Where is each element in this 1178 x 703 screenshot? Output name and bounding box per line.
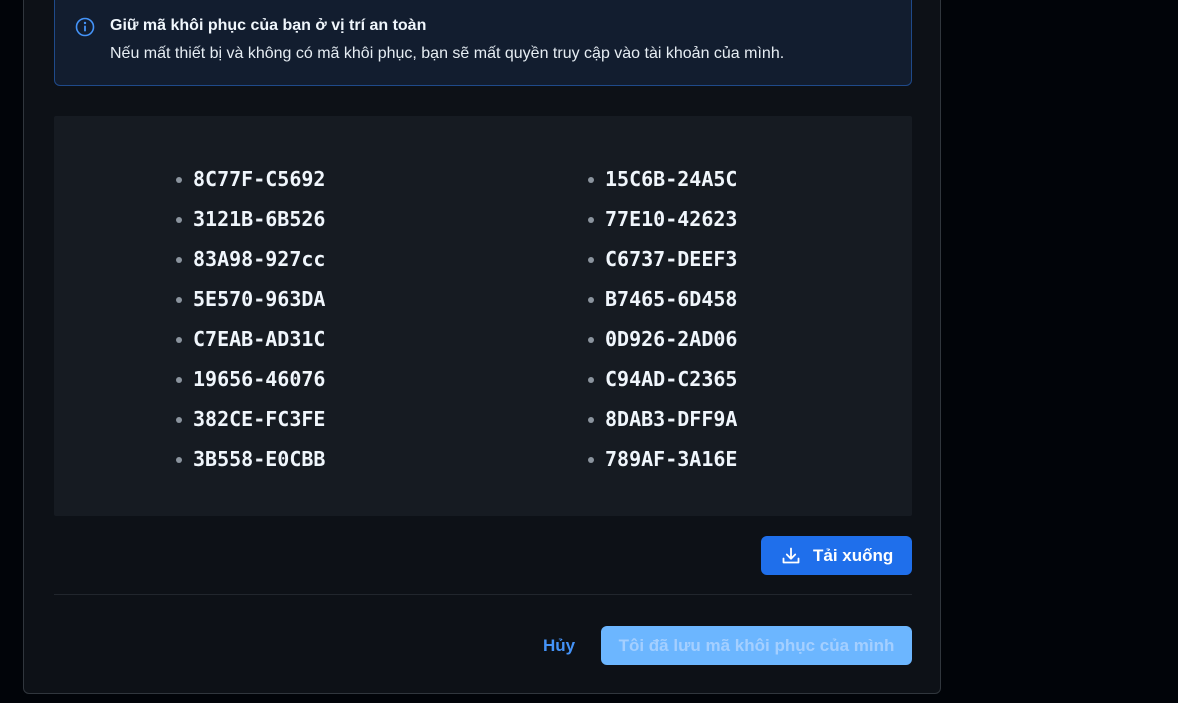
notice-title: Giữ mã khôi phục của bạn ở vị trí an toà… [110,17,427,34]
info-icon [75,17,95,37]
recovery-code: 0D926-2AD06 [586,322,737,362]
recovery-code: C94AD-C2365 [586,362,737,402]
recovery-codes-dialog: Giữ mã khôi phục của bạn ở vị trí an toà… [23,0,941,694]
recovery-code: 77E10-42623 [586,202,737,242]
recovery-code: 8C77F-C5692 [174,162,325,202]
recovery-code: 789AF-3A16E [586,442,737,482]
recovery-code: 3B558-E0CBB [174,442,325,482]
notice-text: Nếu mất thiết bị và không có mã khôi phụ… [110,45,785,62]
recovery-code: 8DAB3-DFF9A [586,402,737,442]
recovery-code: 3121B-6B526 [174,202,325,242]
recovery-codes-right-column: 15C6B-24A5C 77E10-42623 C6737-DEEF3 B746… [586,162,737,482]
recovery-code: C7EAB-AD31C [174,322,325,362]
recovery-code: B7465-6D458 [586,282,737,322]
footer-divider [54,594,912,595]
recovery-code: 19656-46076 [174,362,325,402]
safety-notice: Giữ mã khôi phục của bạn ở vị trí an toà… [54,0,912,86]
recovery-code: 382CE-FC3FE [174,402,325,442]
download-button-label: Tải xuống [813,545,894,565]
recovery-codes-box: 8C77F-C5692 3121B-6B526 83A98-927cc 5E57… [54,116,912,516]
recovery-code: 5E570-963DA [174,282,325,322]
recovery-code: 83A98-927cc [174,242,325,282]
recovery-code: C6737-DEEF3 [586,242,737,282]
recovery-code: 15C6B-24A5C [586,162,737,202]
download-button[interactable]: Tải xuống [761,536,912,575]
confirm-saved-button[interactable]: Tôi đã lưu mã khôi phục của mình [601,626,912,665]
download-icon [781,546,813,566]
cancel-button[interactable]: Hủy [529,626,589,665]
recovery-codes-left-column: 8C77F-C5692 3121B-6B526 83A98-927cc 5E57… [174,162,325,482]
